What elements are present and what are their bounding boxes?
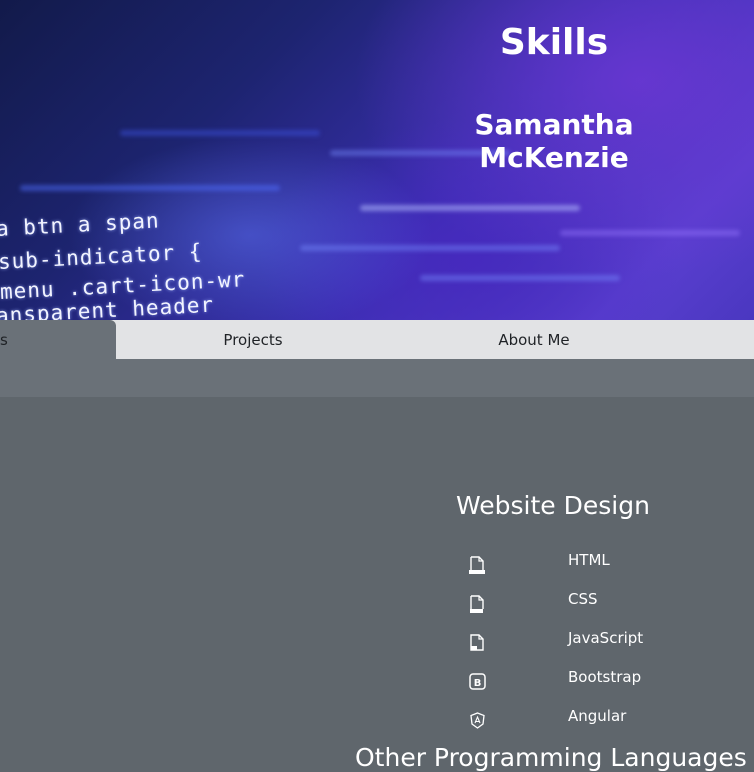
skill-item-javascript: JavaScript (455, 627, 754, 657)
section-title-other-languages: Other Programming Languages (355, 743, 747, 772)
skill-label: CSS (568, 590, 598, 608)
nav-tab-label: About Me (498, 331, 570, 349)
angular-icon (470, 712, 485, 729)
skill-item-angular: Angular (455, 705, 754, 735)
skill-label: JavaScript (568, 629, 644, 647)
hero-code-line: a btn a span (0, 208, 161, 241)
file-js-icon (470, 634, 484, 651)
section-title-website-design: Website Design (456, 491, 650, 520)
nav-tab-skills[interactable]: s (0, 320, 116, 359)
hero-code-line: sub-indicator { (0, 239, 204, 274)
skill-label: HTML (568, 551, 610, 569)
file-css-icon (470, 595, 484, 613)
file-html-icon (469, 556, 485, 574)
nav-underbar (0, 359, 754, 397)
nav-tab-label: s (0, 331, 8, 349)
nav-tab-label: Projects (223, 331, 283, 349)
page-title: Skills (499, 22, 609, 63)
skill-item-css: CSS (455, 588, 754, 618)
author-name: Samantha McKenzie (474, 108, 634, 174)
svg-text:B: B (474, 678, 482, 689)
hero-banner: a btn a span sub-indicator { menu .cart-… (0, 0, 754, 320)
skill-item-html: HTML (455, 549, 754, 579)
skills-content: Website Design HTML CSS JavaScript B Boo… (0, 397, 754, 772)
skill-item-bootstrap: B Bootstrap (455, 666, 754, 696)
skill-label: Angular (568, 707, 627, 725)
main-nav: s Projects About Me (0, 320, 754, 359)
skill-label: Bootstrap (568, 668, 642, 686)
nav-tab-about-me[interactable]: About Me (479, 320, 589, 359)
bootstrap-icon: B (469, 673, 486, 690)
nav-tab-projects[interactable]: Projects (200, 320, 306, 359)
